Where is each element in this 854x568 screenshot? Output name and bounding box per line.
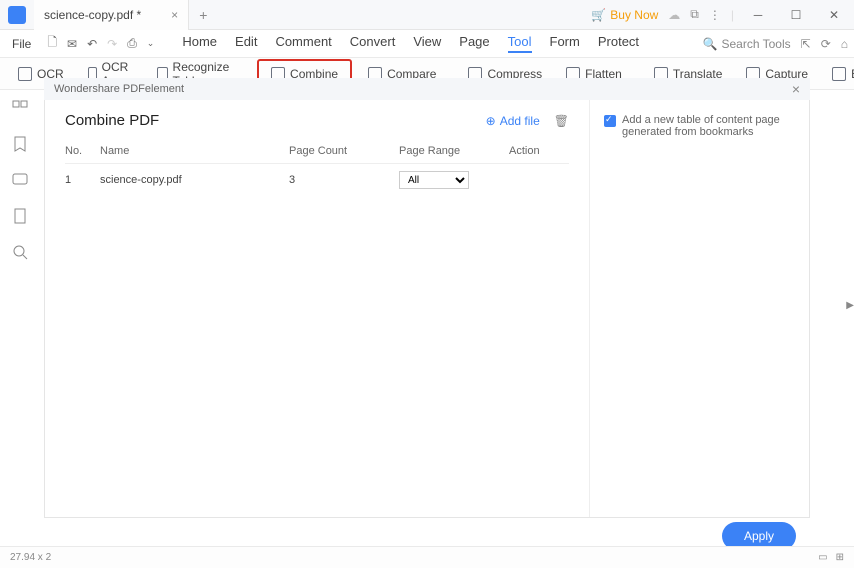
menu-tool[interactable]: Tool: [508, 34, 532, 53]
main-menu: Home Edit Comment Convert View Page Tool…: [182, 34, 639, 53]
close-tab-icon[interactable]: ×: [171, 8, 178, 22]
bookmark-icon[interactable]: [12, 136, 28, 152]
menu-home[interactable]: Home: [182, 34, 217, 53]
mail-icon[interactable]: ✉: [67, 37, 77, 51]
menu-form[interactable]: Form: [550, 34, 580, 53]
tab-title: science-copy.pdf *: [44, 8, 141, 22]
title-bar: science-copy.pdf * × + 🛒 Buy Now ☁ ⧉ ⋮ |…: [0, 0, 854, 30]
share-icon[interactable]: ⧉: [690, 7, 699, 22]
col-action: Action: [509, 145, 569, 157]
menu-edit[interactable]: Edit: [235, 34, 257, 53]
ocr-icon: [18, 67, 32, 81]
menu-page[interactable]: Page: [459, 34, 489, 53]
row-count: 3: [289, 174, 399, 186]
search-icon: 🔍: [703, 37, 718, 51]
page-range-select[interactable]: All: [399, 171, 469, 189]
comment-icon[interactable]: [12, 172, 28, 188]
view-mode-icon[interactable]: ▭: [818, 552, 827, 563]
trash-icon[interactable]: 🗑: [554, 114, 569, 128]
close-panel-icon[interactable]: ×: [792, 81, 800, 97]
batch-button[interactable]: Ba: [824, 63, 854, 85]
menu-protect[interactable]: Protect: [598, 34, 639, 53]
app-logo: [8, 6, 26, 24]
grid-view-icon[interactable]: ⊞: [836, 552, 844, 563]
menu-comment[interactable]: Comment: [275, 34, 331, 53]
col-count: Page Count: [289, 145, 399, 157]
row-name: science-copy.pdf: [100, 174, 289, 186]
page-dimensions: 27.94 x 2: [10, 552, 51, 563]
add-file-button[interactable]: ⊕ Add file: [486, 114, 540, 128]
divider: |: [731, 8, 734, 22]
toc-option-label: Add a new table of content page generate…: [622, 114, 795, 138]
menu-view[interactable]: View: [413, 34, 441, 53]
cart-icon: 🛒: [591, 8, 606, 22]
col-range: Page Range: [399, 145, 509, 157]
new-tab-button[interactable]: +: [189, 7, 217, 23]
plus-circle-icon: ⊕: [486, 114, 496, 128]
search-rail-icon[interactable]: [12, 244, 28, 260]
toc-checkbox[interactable]: [604, 115, 616, 127]
minimize-button[interactable]: ─: [744, 1, 772, 29]
table-header: No. Name Page Count Page Range Action: [65, 139, 569, 164]
kebab-icon[interactable]: ⋮: [709, 8, 721, 22]
external-link-icon[interactable]: ⇱: [801, 37, 811, 51]
attachment-icon[interactable]: [12, 208, 28, 224]
panel-title: Combine PDF: [65, 112, 159, 129]
col-name: Name: [100, 145, 289, 157]
maximize-button[interactable]: ☐: [782, 1, 810, 29]
undo-icon[interactable]: ↶: [87, 37, 97, 51]
buy-now-button[interactable]: 🛒 Buy Now: [591, 8, 658, 22]
cloud-icon[interactable]: ☁: [668, 8, 680, 22]
redo-icon[interactable]: ↷: [107, 37, 117, 51]
search-tools[interactable]: 🔍 Search Tools: [703, 37, 791, 51]
left-sidebar: [0, 90, 40, 544]
combine-panel: Combine PDF ⊕ Add file 🗑 No. Name Page C…: [44, 100, 810, 518]
panel-header-title: Wondershare PDFelement: [54, 83, 184, 95]
batch-icon: [832, 67, 846, 81]
status-bar: 27.94 x 2 ▭ ⊞: [0, 546, 854, 568]
panel-toggle-icon[interactable]: ⌂: [841, 37, 848, 51]
row-range: All: [399, 171, 509, 189]
panel-options: Add a new table of content page generate…: [589, 100, 809, 517]
print-icon[interactable]: ⎙: [127, 36, 137, 51]
panel-header: Wondershare PDFelement ×: [44, 78, 810, 100]
thumbnail-icon[interactable]: [12, 100, 28, 116]
close-window-button[interactable]: ✕: [820, 1, 848, 29]
expand-right-icon[interactable]: ▶: [846, 300, 854, 311]
menu-convert[interactable]: Convert: [350, 34, 396, 53]
chevron-down-icon[interactable]: ⌄: [147, 38, 155, 49]
file-menu[interactable]: File: [6, 37, 37, 51]
table-row[interactable]: 1 science-copy.pdf 3 All: [65, 164, 569, 196]
save-icon[interactable]: 🗋: [47, 33, 57, 54]
document-tab[interactable]: science-copy.pdf * ×: [34, 0, 189, 30]
menu-bar: File 🗋 ✉ ↶ ↷ ⎙ ⌄ Home Edit Comment Conve…: [0, 30, 854, 58]
row-no: 1: [65, 174, 100, 186]
col-no: No.: [65, 145, 100, 157]
more-icon[interactable]: ⟳: [821, 37, 831, 51]
